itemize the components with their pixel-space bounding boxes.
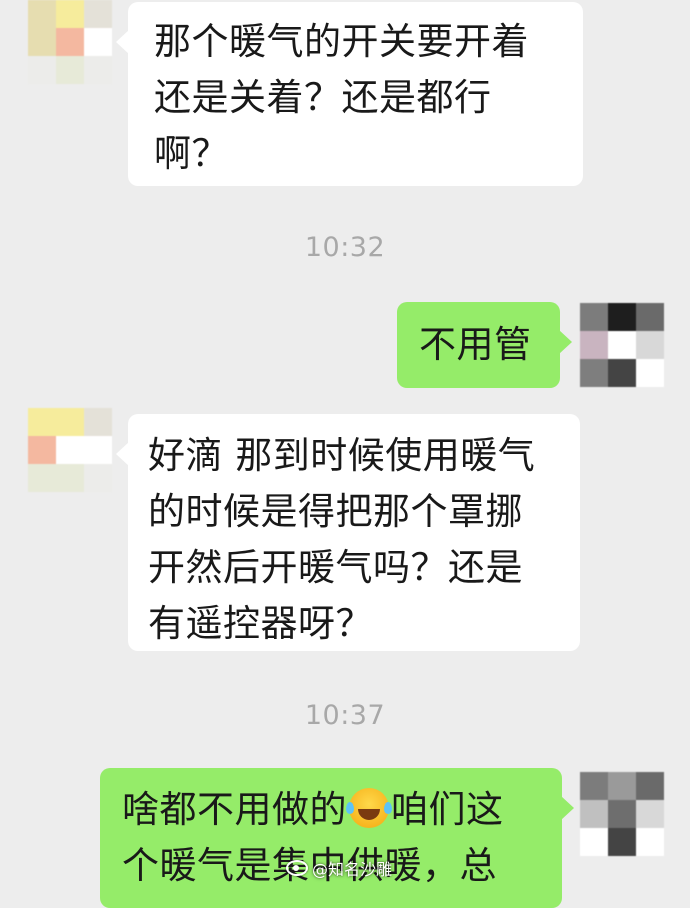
message-text-segment: 啥都不用做的 — [122, 788, 347, 831]
message-text: 开然后开暖气吗？还是 — [148, 546, 523, 589]
message-text: 还是关着？还是都行 — [154, 76, 492, 119]
watermark-text: @知名沙雕 — [312, 860, 393, 879]
message-bubble-incoming[interactable]: 那个暖气的开关要开着 还是关着？还是都行 啊？ — [116, 2, 583, 186]
my-avatar[interactable] — [580, 772, 664, 856]
message-bubble-incoming[interactable]: 好滴 那到时候使用暖气 的时候是得把那个罩挪 开然后开暖气吗？还是 有遥控器呀？ — [116, 414, 580, 651]
my-avatar[interactable] — [580, 303, 664, 387]
message-text: 不用管 — [419, 323, 532, 366]
message-text: 那个暖气的开关要开着 — [154, 20, 529, 63]
weibo-logo-icon — [286, 860, 308, 876]
message-bubble-outgoing[interactable]: 不用管 — [397, 302, 572, 388]
chat-window: 那个暖气的开关要开着 还是关着？还是都行 啊？ 10:32 不用管 好滴 那到时… — [0, 0, 690, 908]
contact-avatar[interactable] — [28, 408, 112, 492]
message-text: 的时候是得把那个罩挪 — [148, 490, 523, 533]
message-timestamp: 10:32 — [304, 232, 386, 263]
tears-of-joy-emoji-icon — [346, 788, 389, 828]
message-text: 啊？ — [154, 132, 229, 175]
message-text: 好滴 那到时候使用暖气 — [148, 434, 536, 477]
message-text: 啥都不用做的 咱们这 — [122, 782, 546, 838]
message-timestamp: 10:37 — [304, 700, 386, 731]
contact-avatar[interactable] — [28, 0, 112, 84]
message-text-segment: 咱们这 — [391, 788, 504, 831]
message-bubble-outgoing[interactable]: 啥都不用做的 咱们这 个暖气是集中供暖，总 — [100, 768, 574, 908]
message-text: 有遥控器呀？ — [148, 602, 373, 645]
watermark: @知名沙雕 — [286, 856, 392, 880]
